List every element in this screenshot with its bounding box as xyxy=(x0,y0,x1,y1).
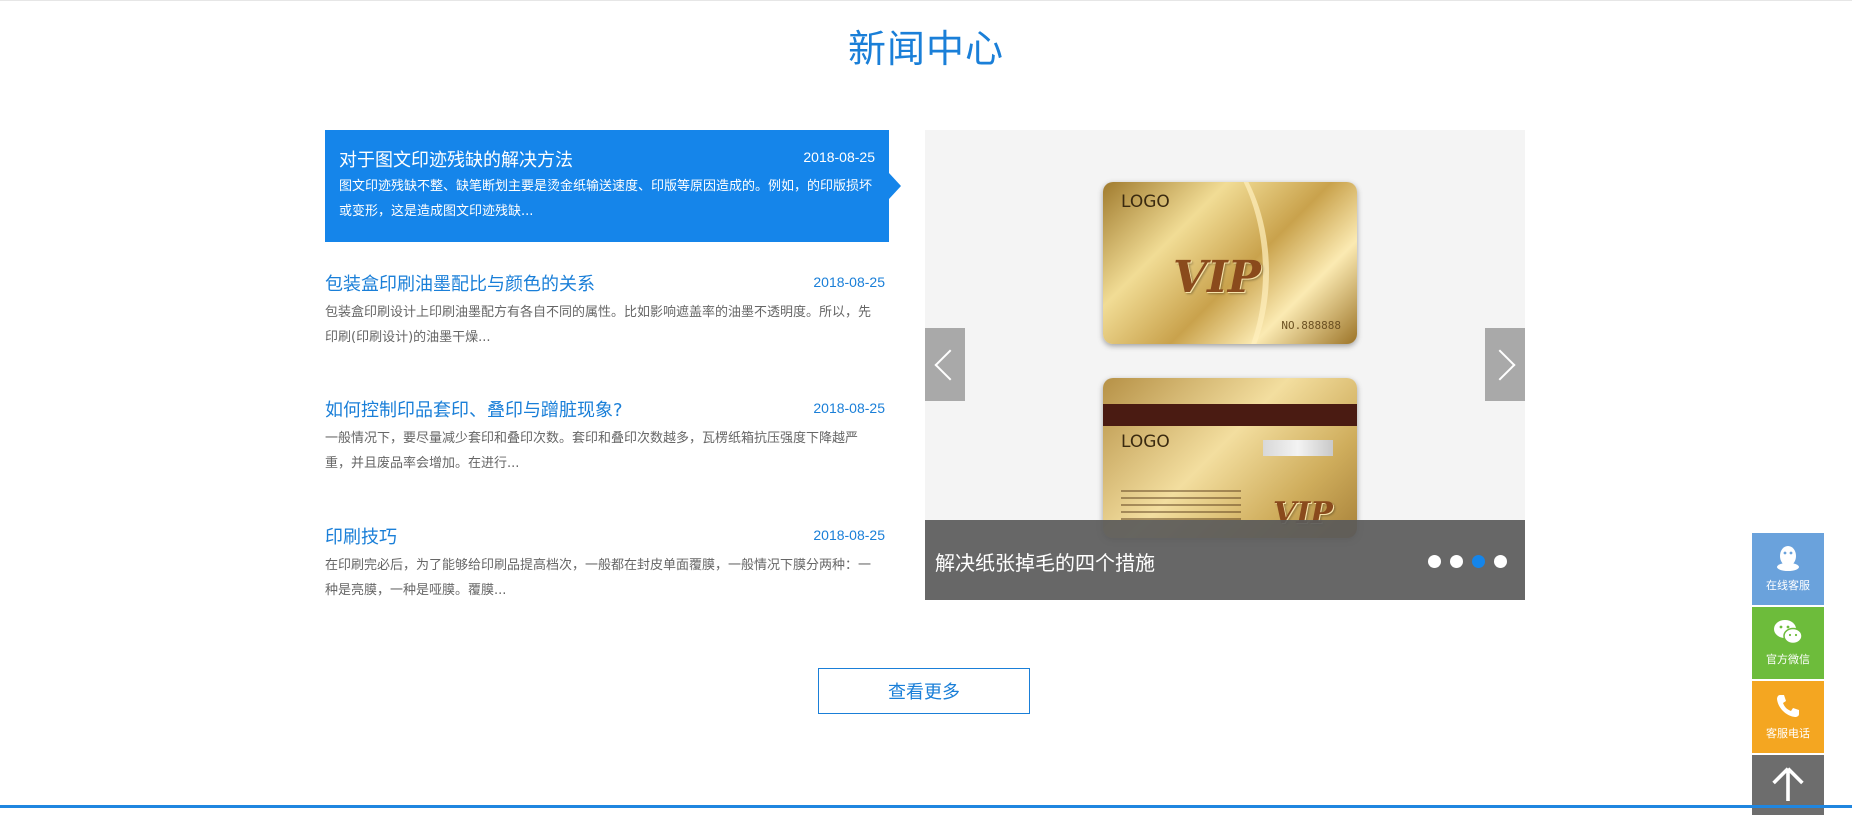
slide-caption-bar: 解决纸张掉毛的四个措施 xyxy=(925,520,1525,600)
card-magnetic-stripe xyxy=(1103,404,1357,426)
news-item[interactable]: 如何控制印品套印、叠印与蹭脏现象? 2018-08-25 一般情况下，要尽量减少… xyxy=(325,396,889,486)
arrow-up-icon xyxy=(1772,767,1804,801)
slider-prev-button[interactable] xyxy=(925,328,966,401)
active-pointer-arrow xyxy=(889,173,901,199)
chevron-left-icon xyxy=(934,348,966,381)
slider-dot[interactable] xyxy=(1450,555,1463,568)
online-service-button[interactable]: 在线客服 xyxy=(1752,533,1824,605)
news-title[interactable]: 包装盒印刷油墨配比与颜色的关系 xyxy=(325,270,595,296)
section-title: 新闻中心 xyxy=(847,27,1004,71)
news-summary: 一般情况下，要尽量减少套印和叠印次数。套印和叠印次数越多，瓦楞纸箱抗压强度下降越… xyxy=(325,431,859,471)
news-summary: 包装盒印刷设计上印刷油墨配方有各自不同的属性。比如影响遮盖率的油墨不透明度。所以… xyxy=(325,305,872,345)
vip-card-back-image: LOGO VIP xyxy=(1103,378,1357,538)
top-divider xyxy=(0,0,1852,1)
phone-service-button[interactable]: 客服电话 xyxy=(1752,681,1824,753)
wechat-icon xyxy=(1774,620,1803,645)
news-summary: 图文印迹残缺不整、缺笔断划主要是烫金纸输送速度、印版等原因造成的。例如，的印版损… xyxy=(339,179,873,219)
wechat-label: 官方微信 xyxy=(1766,653,1810,666)
slider-pagination xyxy=(1428,555,1507,568)
slider-next-button[interactable] xyxy=(1484,328,1525,401)
card-fine-print xyxy=(1121,490,1241,524)
news-item[interactable]: 印刷技巧 2018-08-25 在印刷完必后，为了能够给印刷品提高档次，一般都在… xyxy=(325,523,889,613)
slide-caption[interactable]: 解决纸张掉毛的四个措施 xyxy=(935,547,1155,576)
news-date: 2018-08-25 xyxy=(813,527,885,543)
news-date: 2018-08-25 xyxy=(803,149,875,165)
news-item-active[interactable]: 对于图文印迹残缺的解决方法 2018-08-25 图文印迹残缺不整、缺笔断划主要… xyxy=(325,130,901,242)
news-title[interactable]: 对于图文印迹残缺的解决方法 xyxy=(339,146,573,172)
news-date: 2018-08-25 xyxy=(813,400,885,416)
card-serial: NO.888888 xyxy=(1281,319,1341,332)
news-title[interactable]: 如何控制印品套印、叠印与蹭脏现象? xyxy=(325,396,623,422)
phone-icon xyxy=(1777,695,1799,717)
card-logo: LOGO xyxy=(1121,192,1170,212)
news-item[interactable]: 包装盒印刷油墨配比与颜色的关系 2018-08-25 包装盒印刷设计上印刷油墨配… xyxy=(325,270,889,360)
card-signature-panel xyxy=(1263,440,1333,456)
online-service-label: 在线客服 xyxy=(1766,579,1810,592)
qq-penguin-icon xyxy=(1777,546,1799,571)
card-logo: LOGO xyxy=(1121,432,1170,452)
vip-card-front-image: LOGO VIP NO.888888 xyxy=(1103,182,1357,344)
phone-service-label: 客服电话 xyxy=(1766,727,1810,740)
news-summary: 在印刷完必后，为了能够给印刷品提高档次，一般都在封皮单面覆膜，一般情况下膜分两种… xyxy=(325,558,872,598)
card-vip-mark: VIP xyxy=(1173,252,1261,303)
slider-dot[interactable] xyxy=(1494,555,1507,568)
wechat-button[interactable]: 官方微信 xyxy=(1752,607,1824,679)
slider-dot-active[interactable] xyxy=(1472,555,1485,568)
news-title[interactable]: 印刷技巧 xyxy=(325,523,397,549)
slider-dot[interactable] xyxy=(1428,555,1441,568)
chevron-right-icon xyxy=(1484,348,1516,381)
news-date: 2018-08-25 xyxy=(813,274,885,290)
view-more-button[interactable]: 查看更多 xyxy=(818,668,1030,714)
image-slider[interactable]: LOGO VIP NO.888888 LOGO VIP 解决纸张掉毛的四个措施 xyxy=(925,130,1525,600)
